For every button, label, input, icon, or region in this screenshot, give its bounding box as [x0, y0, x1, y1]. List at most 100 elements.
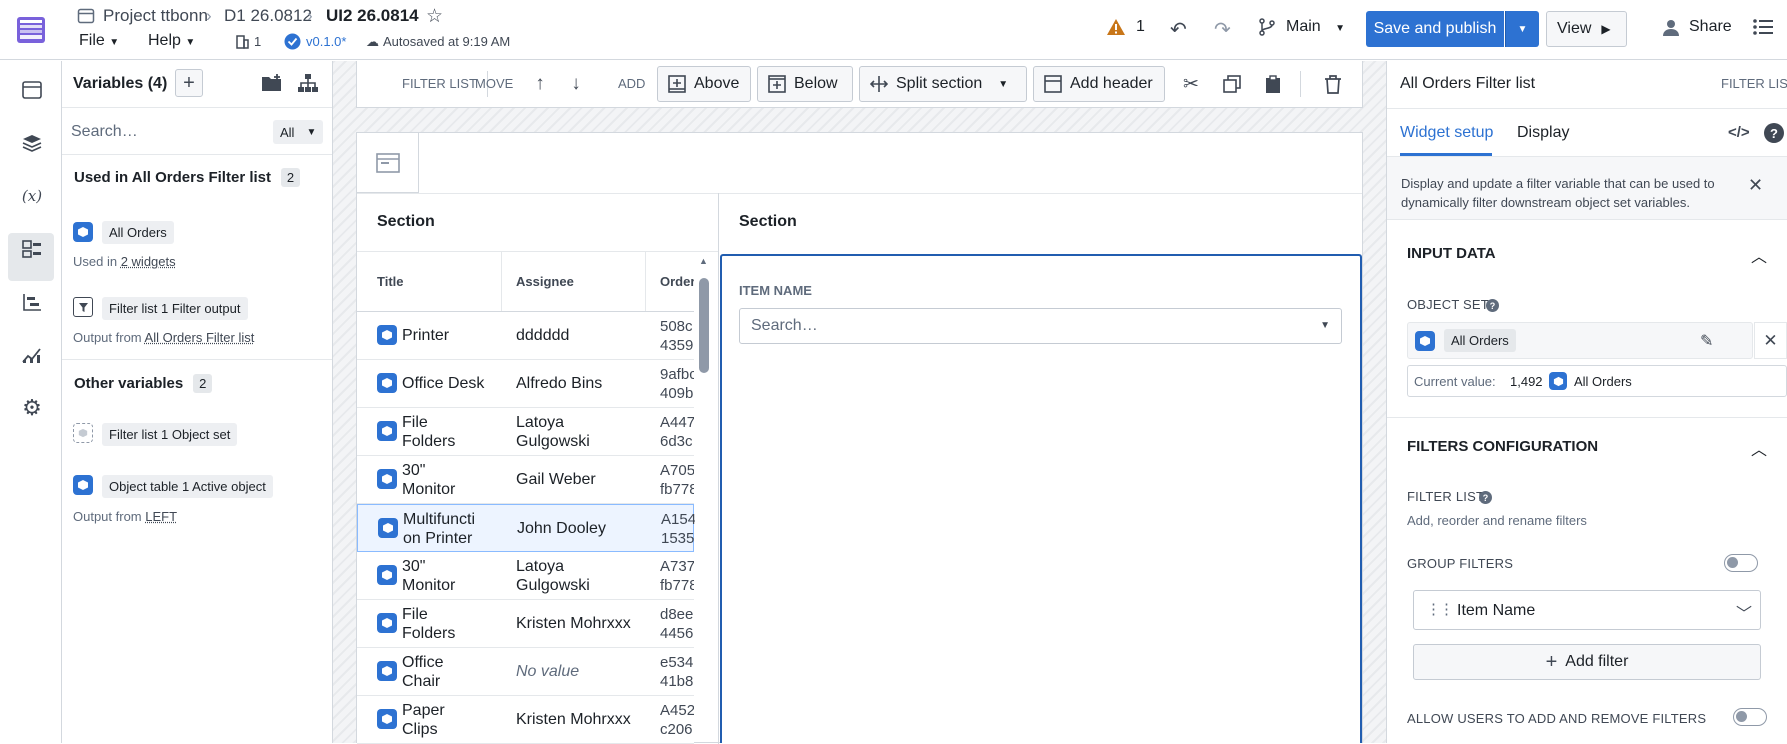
table-row[interactable]: 30" Monitor Gail Weber A705 fb778 [357, 456, 694, 504]
page-header-icon[interactable] [357, 133, 419, 193]
layout-icon[interactable] [17, 75, 47, 105]
code-icon[interactable]: </> [1728, 124, 1750, 141]
split-section-dropdown[interactable]: Split section ▼ [859, 66, 1027, 102]
table-row[interactable]: Office Chair No value e534 41b8 [357, 648, 694, 696]
column-header-title[interactable]: Title [377, 251, 404, 311]
table-row[interactable]: Multifuncti on Printer John Dooley A154 1535 [357, 504, 695, 552]
view-button[interactable]: View ▶ [1546, 11, 1627, 47]
help-icon[interactable]: ? [1764, 123, 1784, 143]
variable-all-orders[interactable]: All Orders [102, 221, 174, 244]
variable-object-set[interactable]: Filter list 1 Object set [102, 423, 238, 446]
filter-list-widget[interactable]: ITEM NAME Search… ▼ [720, 254, 1362, 743]
file-menu[interactable]: File ▼ [79, 32, 119, 50]
page-title[interactable]: UI2 26.0814 [326, 6, 419, 26]
add-header-button[interactable]: Add header [1033, 66, 1165, 102]
branch-icon [1258, 18, 1276, 36]
scrollbar-thumb[interactable] [699, 278, 709, 373]
object-set-help-icon[interactable]: ? [1486, 299, 1499, 312]
current-value-name: All Orders [1574, 374, 1632, 389]
table-row[interactable]: Office Desk Alfredo Bins 9afbc 409b [357, 360, 694, 408]
breadcrumb-project[interactable]: Project ttbonn [103, 6, 208, 26]
cell-title: Printer [402, 327, 450, 344]
cell-title: Paper Clips [402, 702, 445, 738]
allow-users-label: ALLOW USERS TO ADD AND REMOVE FILTERS [1407, 711, 1707, 726]
clear-object-set-icon[interactable]: ✕ [1754, 322, 1787, 359]
new-folder-icon[interactable] [261, 74, 283, 92]
list-menu-icon[interactable] [1752, 17, 1774, 37]
filters-config-header[interactable]: FILTERS CONFIGURATION [1407, 438, 1598, 455]
table-row[interactable]: Paper Clips Kristen Mohrxxx A452 c206 [357, 696, 694, 744]
object-set-selector[interactable]: All Orders ✎ [1407, 322, 1753, 359]
add-above-button[interactable]: Above [657, 66, 751, 102]
chevron-right-icon: › [307, 6, 313, 25]
filter-item-row[interactable]: ⋮⋮ Item Name ﹀ [1413, 590, 1761, 630]
table-row[interactable]: 30" Monitor Latoya Gulgowski A737 fb778 [357, 552, 694, 600]
tab-widget-setup[interactable]: Widget setup [1400, 124, 1493, 142]
widgets-icon[interactable] [17, 234, 47, 264]
caret-down-icon: ▼ [1320, 320, 1330, 331]
save-and-publish-button[interactable]: Save and publish [1366, 11, 1504, 47]
allow-users-toggle[interactable] [1733, 708, 1767, 726]
cell-order: A737 fb778 [660, 558, 694, 594]
add-filter-button[interactable]: + Add filter [1413, 644, 1761, 680]
variable-type-filter[interactable]: All ▼ [273, 120, 323, 144]
paste-icon[interactable] [1260, 71, 1286, 97]
variable-filter-output[interactable]: Filter list 1 Filter output [102, 297, 248, 320]
table-row[interactable]: File Folders Kristen Mohrxxx d8ee 4456 [357, 600, 694, 648]
chart-icon[interactable] [17, 340, 47, 370]
cell-order: 9afbc 409b [660, 366, 694, 402]
cell-title: Office Chair [402, 654, 444, 690]
redo-icon[interactable]: ↷ [1214, 17, 1231, 42]
table-row[interactable]: Printer dddddd 508c 4359 [357, 312, 694, 360]
save-options-dropdown[interactable]: ▼ [1505, 11, 1539, 47]
star-icon[interactable]: ☆ [426, 5, 443, 28]
undo-icon[interactable]: ↶ [1170, 17, 1187, 42]
scroll-up-icon[interactable]: ▲ [699, 256, 708, 266]
current-value-count: 1,492 [1510, 374, 1543, 389]
input-data-header[interactable]: INPUT DATA [1407, 245, 1496, 262]
left-section-title: Section [377, 213, 435, 230]
cell-title: 30" Monitor [402, 462, 456, 498]
duplicate-icon[interactable] [1219, 71, 1245, 97]
cut-icon[interactable]: ✂ [1178, 71, 1204, 97]
variables-search-input[interactable]: Search… [71, 123, 138, 141]
help-menu[interactable]: Help ▼ [148, 32, 195, 50]
filter-list-label: FILTER LIST [1407, 489, 1485, 504]
tab-display[interactable]: Display [1517, 124, 1569, 142]
add-below-button[interactable]: Below [757, 66, 853, 102]
gear-icon[interactable]: ⚙ [17, 393, 47, 423]
version-label[interactable]: v0.1.0* [306, 34, 346, 49]
move-down-icon[interactable]: ↓ [563, 71, 589, 97]
chevron-up-icon[interactable]: ︿ [1751, 243, 1767, 267]
graph-icon[interactable] [297, 73, 319, 93]
table-scrollbar[interactable]: ▲ [696, 256, 716, 743]
table-row[interactable]: File Folders Latoya Gulgowski A447 6d3c [357, 408, 694, 456]
drag-handle-icon[interactable]: ⋮⋮ [1426, 600, 1454, 618]
close-description-icon[interactable]: ✕ [1748, 175, 1763, 196]
cell-order: e534 41b8 [660, 654, 694, 690]
filter-item-name: Item Name [1457, 602, 1536, 619]
chevron-down-icon[interactable]: ﹀ [1736, 600, 1752, 624]
widget-title[interactable]: All Orders Filter list [1400, 75, 1535, 93]
hierarchy-icon[interactable] [17, 287, 47, 317]
move-up-icon[interactable]: ↑ [527, 71, 553, 97]
trash-icon[interactable] [1320, 71, 1346, 97]
cell-assignee: Kristen Mohrxxx [516, 711, 631, 728]
layers-icon[interactable] [17, 128, 47, 158]
variables-icon[interactable]: (x) [17, 181, 47, 211]
app-logo-icon[interactable] [0, 0, 62, 60]
filter-list-help-icon[interactable]: ? [1479, 491, 1492, 504]
group-filters-toggle[interactable] [1724, 554, 1758, 572]
warning-icon[interactable] [1106, 18, 1126, 36]
item-name-select[interactable]: Search… ▼ [739, 308, 1342, 344]
breadcrumb-folder[interactable]: D1 26.0812 [224, 6, 312, 26]
add-variable-button[interactable]: + [175, 69, 203, 97]
column-header-order[interactable]: Order [660, 251, 694, 311]
share-button[interactable]: Share [1689, 18, 1732, 36]
column-header-assignee[interactable]: Assignee [516, 251, 574, 311]
object-cube-icon [377, 661, 397, 681]
chevron-up-icon[interactable]: ︿ [1751, 436, 1767, 460]
variable-active-object[interactable]: Object table 1 Active object [102, 475, 273, 498]
branch-selector[interactable]: Main ▼ [1286, 18, 1345, 36]
edit-pencil-icon[interactable]: ✎ [1700, 331, 1713, 351]
